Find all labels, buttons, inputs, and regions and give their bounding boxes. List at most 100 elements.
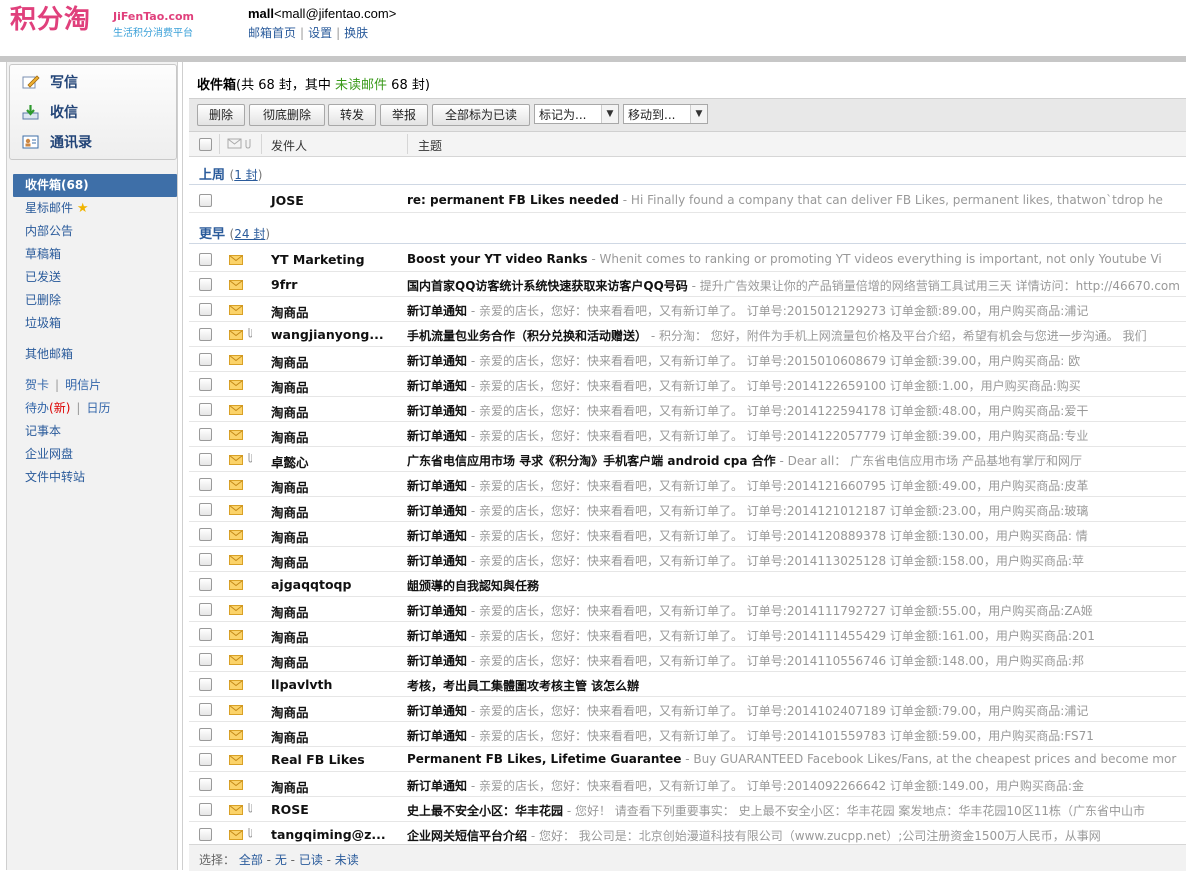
notes-link[interactable]: 记事本 xyxy=(7,420,177,443)
email-row[interactable]: 淘商品 新订单通知 - 亲爱的店长，您好：快来看看吧，又有新订单了。 订单号:20… xyxy=(189,647,1186,672)
select-read-link[interactable]: 已读 xyxy=(299,853,323,867)
email-sender[interactable]: 淘商品 xyxy=(271,552,309,571)
folder-starred[interactable]: 星标邮件 ★ xyxy=(7,197,177,220)
row-checkbox[interactable] xyxy=(199,253,212,269)
email-subject[interactable]: Boost your YT video Ranks - Whenit comes… xyxy=(407,252,1162,266)
email-sender[interactable]: 淘商品 xyxy=(271,427,309,446)
row-checkbox[interactable] xyxy=(199,778,212,794)
perm-delete-button[interactable]: 彻底删除 xyxy=(249,104,325,126)
email-row[interactable]: wangjianyong... 手机流量包业务合作（积分兑换和活动赠送） - 积分… xyxy=(189,322,1186,347)
email-sender[interactable]: 淘商品 xyxy=(271,602,309,621)
row-checkbox[interactable] xyxy=(199,428,212,444)
skin-link[interactable]: 换肤 xyxy=(344,26,368,40)
email-subject[interactable]: 龃颁導的自我認知與任務 xyxy=(407,577,539,594)
email-subject[interactable]: 新订单通知 - 亲爱的店长，您好：快来看看吧，又有新订单了。 订单号:20141… xyxy=(407,527,1088,544)
email-sender[interactable]: 淘商品 xyxy=(271,727,309,746)
contacts-button[interactable]: 通讯录 xyxy=(22,131,92,153)
todo-link[interactable]: 待办(新) xyxy=(25,401,70,415)
email-row[interactable]: 淘商品 新订单通知 - 亲爱的店长，您好：快来看看吧，又有新订单了。 订单号:20… xyxy=(189,372,1186,397)
row-checkbox[interactable] xyxy=(199,528,212,544)
file-transfer-link[interactable]: 文件中转站 xyxy=(7,466,177,489)
email-subject[interactable]: 新订单通知 - 亲爱的店长，您好：快来看看吧，又有新订单了。 订单号:20140… xyxy=(407,777,1084,794)
row-checkbox[interactable] xyxy=(199,303,212,319)
email-row[interactable]: 淘商品 新订单通知 - 亲爱的店长，您好：快来看看吧，又有新订单了。 订单号:20… xyxy=(189,472,1186,497)
email-row[interactable]: 淘商品 新订单通知 - 亲爱的店长，您好：快来看看吧，又有新订单了。 订单号:20… xyxy=(189,497,1186,522)
email-row[interactable]: 卓懿心 广东省电信应用市场 寻求《积分淘》手机客户端 android cpa 合作… xyxy=(189,447,1186,472)
folder-sent[interactable]: 已发送 xyxy=(7,266,177,289)
receive-button[interactable]: 收信 xyxy=(22,101,78,123)
email-sender[interactable]: Real FB Likes xyxy=(271,752,365,767)
email-subject[interactable]: 新订单通知 - 亲爱的店长，您好：快来看看吧，又有新订单了。 订单号:20141… xyxy=(407,652,1084,669)
email-sender[interactable]: 9frr xyxy=(271,277,297,292)
row-checkbox[interactable] xyxy=(199,378,212,394)
folder-deleted[interactable]: 已删除 xyxy=(7,289,177,312)
row-checkbox[interactable] xyxy=(199,503,212,519)
email-sender[interactable]: tangqiming@z... xyxy=(271,827,386,842)
email-row[interactable]: Real FB Likes Permanent FB Likes, Lifetim… xyxy=(189,747,1186,772)
email-subject[interactable]: 考核，考出員工集體圍攻考核主管 该怎么辦 xyxy=(407,677,639,694)
email-sender[interactable]: JOSE xyxy=(271,193,304,208)
email-subject[interactable]: 新订单通知 - 亲爱的店长，您好：快来看看吧，又有新订单了。 订单号:20141… xyxy=(407,402,1088,419)
move-to-select[interactable]: 移动到... ▼ xyxy=(623,104,708,124)
email-row[interactable]: 淘商品 新订单通知 - 亲爱的店长，您好：快来看看吧，又有新订单了。 订单号:20… xyxy=(189,597,1186,622)
email-subject[interactable]: 新订单通知 - 亲爱的店长，您好：快来看看吧，又有新订单了。 订单号:20141… xyxy=(407,552,1084,569)
sender-column-header[interactable]: 发件人 xyxy=(271,137,307,154)
email-row[interactable]: 淘商品 新订单通知 - 亲爱的店长，您好：快来看看吧，又有新订单了。 订单号:20… xyxy=(189,622,1186,647)
email-row[interactable]: 淘商品 新订单通知 - 亲爱的店长，您好：快来看看吧，又有新订单了。 订单号:20… xyxy=(189,522,1186,547)
folder-spam[interactable]: 垃圾箱 xyxy=(7,312,177,335)
email-subject[interactable]: 新订单通知 - 亲爱的店长，您好：快来看看吧，又有新订单了。 订单号:20141… xyxy=(407,377,1081,394)
email-row[interactable]: ROSE 史上最不安全小区：华丰花园 - 您好！ 请查看下列重要事实： 史上最不安… xyxy=(189,797,1186,822)
row-checkbox[interactable] xyxy=(199,628,212,644)
email-sender[interactable]: 卓懿心 xyxy=(271,452,309,471)
email-subject[interactable]: 新订单通知 - 亲爱的店长，您好：快来看看吧，又有新订单了。 订单号:20141… xyxy=(407,477,1088,494)
email-subject[interactable]: 史上最不安全小区：华丰花园 - 您好！ 请查看下列重要事实： 史上最不安全小区：… xyxy=(407,802,1145,819)
email-sender[interactable]: llpavlvth xyxy=(271,677,332,692)
email-sender[interactable]: ROSE xyxy=(271,802,309,817)
row-checkbox[interactable] xyxy=(199,603,212,619)
email-subject[interactable]: 新订单通知 - 亲爱的店长，您好：快来看看吧，又有新订单了。 订单号:20141… xyxy=(407,602,1093,619)
email-sender[interactable]: 淘商品 xyxy=(271,627,309,646)
mark-as-select[interactable]: 标记为... ▼ xyxy=(534,104,619,124)
email-sender[interactable]: 淘商品 xyxy=(271,502,309,521)
row-checkbox[interactable] xyxy=(199,553,212,569)
write-button[interactable]: 写信 xyxy=(22,71,78,93)
email-row[interactable]: 淘商品 新订单通知 - 亲爱的店长，您好：快来看看吧，又有新订单了。 订单号:20… xyxy=(189,422,1186,447)
netdisk-link[interactable]: 企业网盘 xyxy=(7,443,177,466)
row-checkbox[interactable] xyxy=(199,828,212,844)
email-subject[interactable]: 新订单通知 - 亲爱的店长，您好：快来看看吧，又有新订单了。 订单号:20141… xyxy=(407,702,1088,719)
mail-home-link[interactable]: 邮箱首页 xyxy=(248,26,296,40)
row-checkbox[interactable] xyxy=(199,453,212,469)
email-subject[interactable]: 新订单通知 - 亲爱的店长，您好：快来看看吧，又有新订单了。 订单号:20141… xyxy=(407,427,1088,444)
email-row[interactable]: 淘商品 新订单通知 - 亲爱的店长，您好：快来看看吧，又有新订单了。 订单号:20… xyxy=(189,397,1186,422)
email-subject[interactable]: Permanent FB Likes, Lifetime Guarantee -… xyxy=(407,752,1176,766)
other-mailboxes[interactable]: 其他邮箱 xyxy=(7,343,177,366)
email-row[interactable]: JOSE re: permanent FB Likes needed - Hi F… xyxy=(189,188,1186,213)
email-sender[interactable]: 淘商品 xyxy=(271,527,309,546)
group-count-link[interactable]: 24 封 xyxy=(234,227,265,241)
email-row[interactable]: ajgaqqtoqp 龃颁導的自我認知與任務 xyxy=(189,572,1186,597)
email-subject[interactable]: 新订单通知 - 亲爱的店长，您好：快来看看吧，又有新订单了。 订单号:20150… xyxy=(407,302,1088,319)
email-sender[interactable]: 淘商品 xyxy=(271,377,309,396)
email-subject[interactable]: 新订单通知 - 亲爱的店长，您好：快来看看吧，又有新订单了。 订单号:20150… xyxy=(407,352,1080,369)
postcard-link[interactable]: 明信片 xyxy=(65,378,101,392)
row-checkbox[interactable] xyxy=(199,194,212,210)
row-checkbox[interactable] xyxy=(199,353,212,369)
email-sender[interactable]: wangjianyong... xyxy=(271,327,384,342)
row-checkbox[interactable] xyxy=(199,803,212,819)
folder-drafts[interactable]: 草稿箱 xyxy=(7,243,177,266)
settings-link[interactable]: 设置 xyxy=(308,26,332,40)
email-row[interactable]: 淘商品 新订单通知 - 亲爱的店长，您好：快来看看吧，又有新订单了。 订单号:20… xyxy=(189,772,1186,797)
email-subject[interactable]: 新订单通知 - 亲爱的店长，您好：快来看看吧，又有新订单了。 订单号:20141… xyxy=(407,727,1094,744)
email-sender[interactable]: 淘商品 xyxy=(271,352,309,371)
email-sender[interactable]: 淘商品 xyxy=(271,302,309,321)
row-checkbox[interactable] xyxy=(199,728,212,744)
row-checkbox[interactable] xyxy=(199,478,212,494)
email-sender[interactable]: 淘商品 xyxy=(271,702,309,721)
email-subject[interactable]: re: permanent FB Likes needed - Hi Final… xyxy=(407,193,1163,207)
greeting-card-link[interactable]: 贺卡 xyxy=(25,378,49,392)
email-row[interactable]: YT Marketing Boost your YT video Ranks - … xyxy=(189,247,1186,272)
email-sender[interactable]: 淘商品 xyxy=(271,652,309,671)
email-sender[interactable]: YT Marketing xyxy=(271,252,365,267)
email-sender[interactable]: 淘商品 xyxy=(271,777,309,796)
folder-inbox[interactable]: 收件箱(68) xyxy=(13,174,177,197)
